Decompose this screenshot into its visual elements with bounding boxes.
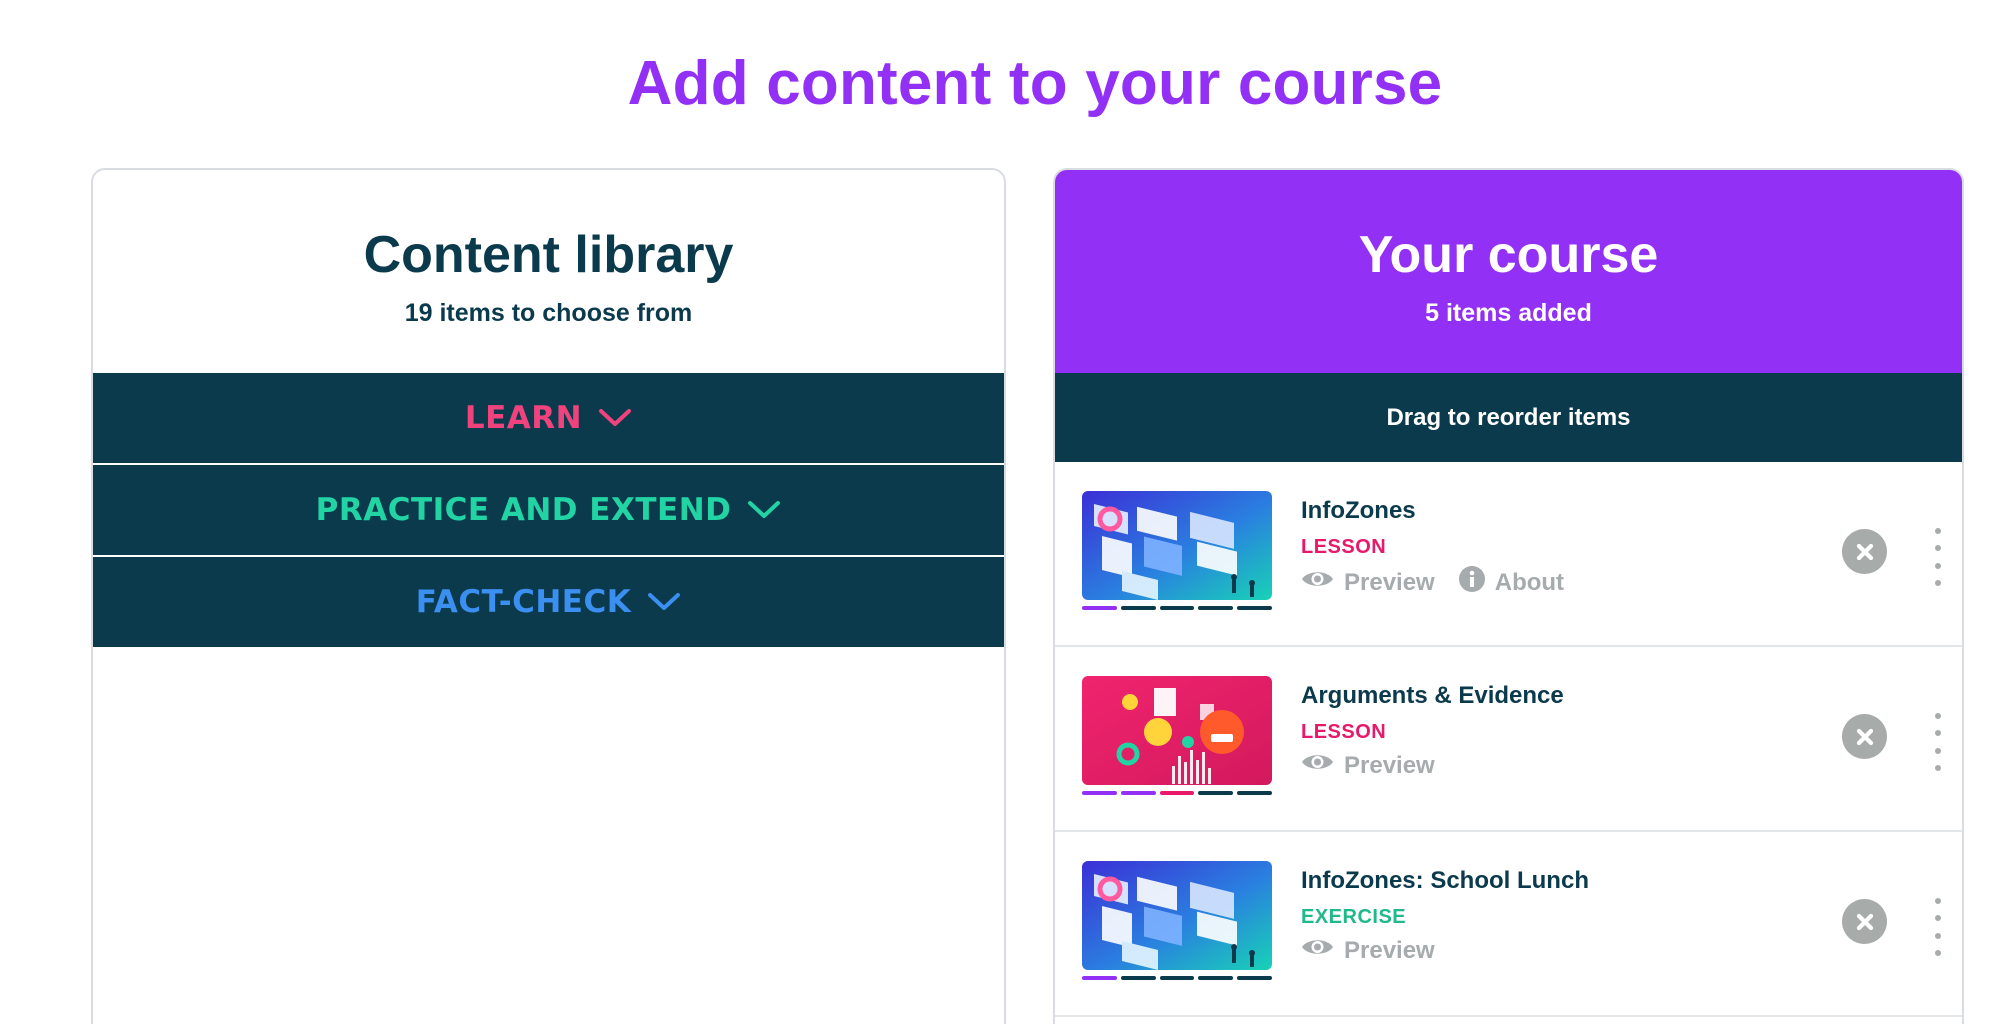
about-label: About (1494, 568, 1565, 596)
course-item[interactable]: InfoZones: School Lunch EXERCISE Preview (1055, 832, 1962, 1017)
content-library-panel: Content library 19 items to choose from … (91, 168, 1006, 1024)
category-practice-label: PRACTICE AND EXTEND (315, 492, 732, 528)
your-course-count: 5 items added (1425, 299, 1592, 327)
category-fact-check[interactable]: FACT-CHECK (93, 557, 1004, 647)
close-icon (1856, 543, 1873, 560)
drag-hint-bar: Drag to reorder items (1055, 373, 1962, 462)
preview-label: Preview (1344, 936, 1435, 964)
infozones-thumbnail (1082, 491, 1272, 600)
remove-item-button[interactable] (1842, 529, 1887, 574)
preview-label: Preview (1344, 751, 1435, 779)
course-item[interactable]: Arguments & Evidence LESSON Preview (1055, 647, 1962, 832)
about-button[interactable]: About (1458, 566, 1565, 599)
drag-handle[interactable] (1933, 528, 1943, 586)
category-learn-label: LEARN (464, 400, 583, 436)
chevron-down-icon (747, 500, 781, 520)
your-course-title: Your course (1358, 226, 1659, 284)
close-icon (1856, 728, 1873, 745)
item-title: Arguments & Evidence (1301, 682, 1564, 709)
drag-handle[interactable] (1933, 713, 1943, 771)
course-item[interactable]: InfoZones LESSON Preview About (1055, 462, 1962, 647)
preview-label: Preview (1344, 568, 1435, 596)
item-actions: Preview (1301, 751, 1435, 780)
item-actions: Preview (1301, 936, 1435, 965)
item-type-badge: EXERCISE (1301, 906, 1407, 928)
remove-item-button[interactable] (1842, 714, 1887, 759)
remove-item-button[interactable] (1842, 899, 1887, 944)
infozones-school-lunch-thumbnail (1082, 861, 1272, 970)
category-fact-check-label: FACT-CHECK (415, 584, 632, 620)
item-progress-bar (1082, 976, 1272, 980)
item-progress-bar (1082, 791, 1272, 795)
category-practice-and-extend[interactable]: PRACTICE AND EXTEND (93, 465, 1004, 555)
category-learn[interactable]: LEARN (93, 373, 1004, 463)
drag-handle[interactable] (1933, 898, 1943, 956)
content-library-title: Content library (363, 226, 734, 284)
preview-button[interactable]: Preview (1301, 936, 1435, 965)
your-course-panel: Your course 5 items added Drag to reorde… (1053, 168, 1964, 1024)
item-title: InfoZones: School Lunch (1301, 867, 1589, 894)
info-icon (1458, 566, 1485, 599)
chevron-down-icon (647, 592, 681, 612)
item-progress-bar (1082, 606, 1272, 610)
content-library-header: Content library 19 items to choose from (93, 170, 1004, 373)
preview-button[interactable]: Preview (1301, 568, 1435, 597)
item-type-badge: LESSON (1301, 721, 1387, 743)
eye-icon (1301, 751, 1334, 780)
arguments-evidence-thumbnail (1082, 676, 1272, 785)
item-actions: Preview About (1301, 566, 1564, 599)
chevron-down-icon (598, 408, 632, 428)
item-title: InfoZones (1301, 497, 1416, 524)
close-icon (1856, 913, 1873, 930)
your-course-header: Your course 5 items added (1055, 170, 1962, 373)
content-library-count: 19 items to choose from (404, 299, 693, 327)
item-type-badge: LESSON (1301, 536, 1387, 558)
eye-icon (1301, 936, 1334, 965)
page-title: Add content to your course (627, 49, 1443, 118)
preview-button[interactable]: Preview (1301, 751, 1435, 780)
eye-icon (1301, 568, 1334, 597)
